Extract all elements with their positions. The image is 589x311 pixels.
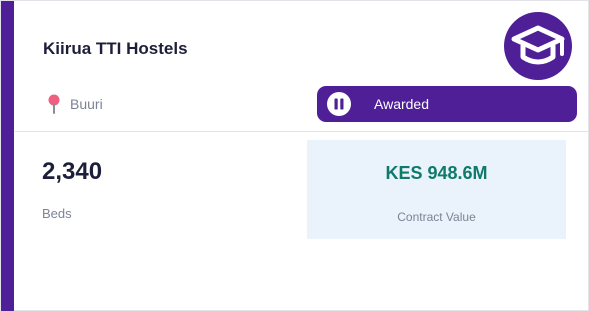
status-label: Awarded: [374, 96, 430, 112]
contract-value-amount: KES 948.6M: [385, 163, 488, 183]
location-text: Buuri: [70, 96, 103, 112]
beds-label: Beds: [42, 206, 72, 221]
contract-value-label: Contract Value: [397, 210, 476, 224]
divider: [15, 131, 589, 132]
project-title: Kiirua TTI Hostels: [43, 39, 188, 58]
status-badge: Awarded: [317, 86, 577, 122]
beds-value: 2,340: [42, 158, 103, 185]
map-pin-icon: [48, 94, 60, 114]
project-card: Kiirua TTI Hostels Buuri Awarded 2,340 B…: [0, 0, 589, 311]
graduation-cap-icon: [504, 12, 572, 80]
pause-icon: [327, 92, 351, 116]
accent-bar: [1, 1, 14, 311]
contract-value-box: KES 948.6M Contract Value: [307, 140, 566, 239]
